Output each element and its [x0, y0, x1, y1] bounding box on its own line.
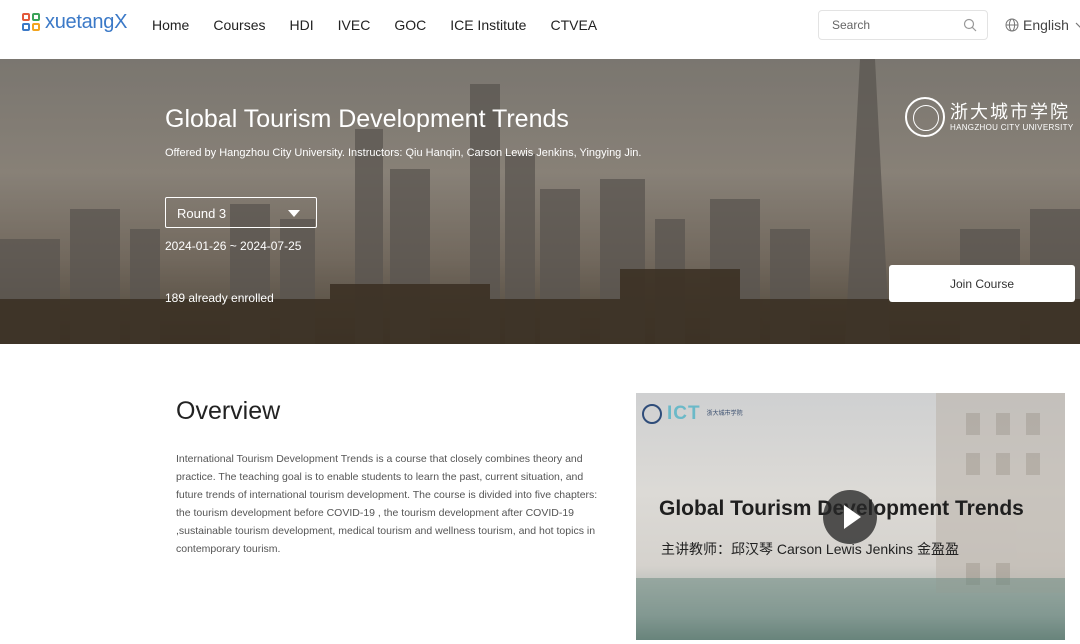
course-dates: 2024-01-26 ~ 2024-07-25	[165, 239, 302, 253]
nav-hdi[interactable]: HDI	[290, 17, 314, 33]
nav-ctvea[interactable]: CTVEA	[550, 17, 597, 33]
course-video-player[interactable]: ICT 浙大城市学院 Global Tourism Development Tr…	[636, 393, 1065, 640]
main-menu: Home Courses HDI IVEC GOC ICE Institute …	[152, 17, 621, 33]
university-name-cn: 浙大城市学院	[950, 101, 1070, 123]
university-logo: 浙大城市学院 HANGZHOU CITY UNIVERSITY	[905, 97, 1074, 137]
join-course-button[interactable]: Join Course	[889, 265, 1075, 302]
nav-ice-institute[interactable]: ICE Institute	[450, 17, 526, 33]
search-input[interactable]	[832, 18, 952, 32]
course-title: Global Tourism Development Trends	[165, 105, 569, 133]
round-select[interactable]: Round 3	[165, 197, 317, 228]
enrolled-count: 189 already enrolled	[165, 291, 274, 305]
language-selector[interactable]: English	[1005, 17, 1080, 33]
video-header-text: 浙大城市学院	[706, 410, 743, 417]
xuetangx-logo[interactable]: xuetangX	[22, 11, 127, 34]
search-box	[818, 10, 988, 40]
video-instructors: 主讲教师：邱汉琴 Carson Lewis Jenkins 金盈盈	[661, 541, 959, 557]
search-icon[interactable]	[963, 18, 977, 32]
nav-ivec[interactable]: IVEC	[338, 17, 371, 33]
nav-home[interactable]: Home	[152, 17, 189, 33]
globe-icon	[1005, 18, 1019, 32]
course-subtitle: Offered by Hangzhou City University. Ins…	[165, 147, 642, 159]
nav-goc[interactable]: GOC	[394, 17, 426, 33]
overview-body: International Tourism Development Trends…	[176, 453, 598, 555]
university-name-en: HANGZHOU CITY UNIVERSITY	[950, 122, 1074, 132]
overview-title: Overview	[176, 397, 281, 425]
course-hero: Global Tourism Development Trends Offere…	[0, 59, 1080, 344]
university-seal-icon	[905, 97, 945, 137]
ict-logo: ICT	[667, 403, 701, 424]
logo-grid-icon	[22, 13, 41, 32]
video-header-logos: ICT 浙大城市学院	[642, 403, 743, 425]
language-label: English	[1023, 17, 1069, 33]
chevron-down-icon	[1075, 22, 1080, 28]
top-nav: xuetangX Home Courses HDI IVEC GOC ICE I…	[0, 0, 1080, 59]
brand-name: xuetangX	[45, 11, 128, 33]
nav-courses[interactable]: Courses	[213, 17, 265, 33]
play-icon[interactable]	[823, 490, 877, 544]
round-select-value: Round 3	[177, 206, 227, 221]
caret-down-icon	[288, 210, 300, 217]
university-seal-icon	[642, 404, 662, 424]
